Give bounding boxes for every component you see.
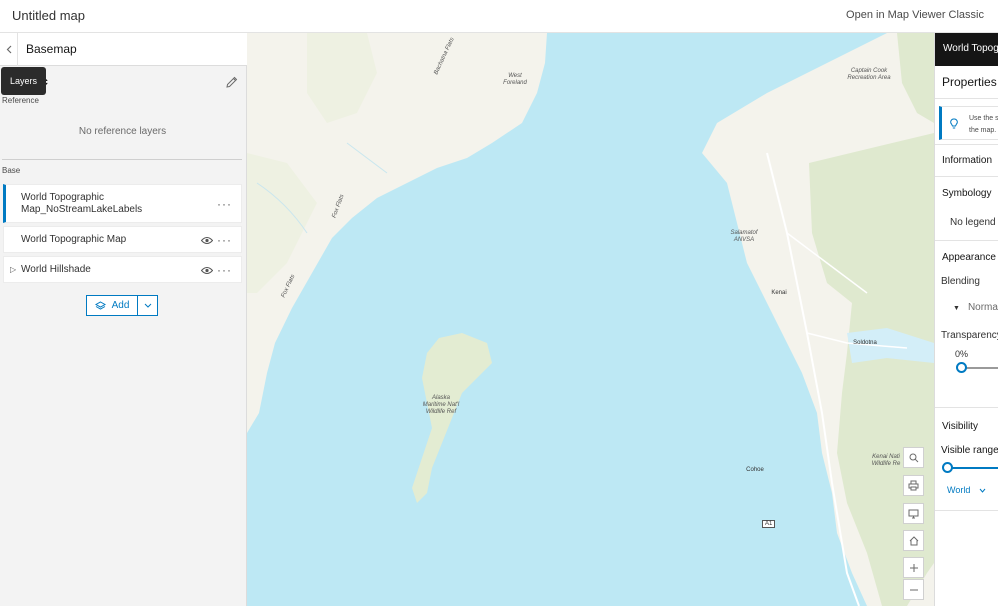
add-dropdown-button[interactable] [137, 295, 158, 316]
appearance-section[interactable]: Appearance [942, 252, 996, 263]
map-label: Kenai Nati Wildlife Re [871, 454, 901, 467]
chevron-down-icon [979, 488, 986, 493]
caret-down-icon: ▼ [953, 305, 960, 312]
layer-name: World Topographic Map [21, 234, 127, 245]
no-reference-message: No reference layers [78, 126, 167, 137]
layer-name: World Hillshade [21, 264, 91, 275]
divider [935, 144, 998, 145]
section-divider [2, 159, 242, 160]
search-button[interactable] [903, 447, 924, 468]
blending-select[interactable]: ▼ Norma [953, 302, 998, 313]
highway-shield: A1 [762, 520, 776, 528]
monitor-icon [908, 509, 919, 518]
lightbulb-icon [950, 118, 958, 129]
map-label: Captain Cook Recreation Area [847, 68, 891, 81]
map-view[interactable]: Bachatna Flats West Foreland Fox Flats Fo… [247, 33, 934, 606]
tip-notice: Use the s the map. [939, 106, 998, 140]
visible-range-slider-track[interactable] [948, 467, 998, 469]
more-options-icon[interactable]: ··· [217, 233, 232, 247]
panel-title: Basemap [26, 42, 77, 56]
layers-tooltip: Layers [1, 67, 46, 95]
more-options-icon[interactable]: ··· [217, 197, 232, 211]
map-title[interactable]: Untitled map [12, 8, 85, 23]
blending-label: Blending [941, 276, 980, 287]
world-scale-select[interactable]: World [947, 485, 986, 495]
layer-item[interactable]: ▷ World Hillshade ··· [3, 256, 242, 283]
transparency-label: Transparency [941, 330, 998, 341]
base-section-label: Base [2, 166, 21, 175]
top-bar: Untitled map Open in Map Viewer Classic [0, 0, 998, 33]
divider [935, 510, 998, 511]
edit-icon[interactable] [225, 75, 239, 89]
information-section[interactable]: Information [942, 155, 992, 166]
map-label: West Foreland [503, 73, 527, 86]
more-options-icon[interactable]: ··· [217, 263, 232, 277]
transparency-slider-thumb[interactable] [956, 362, 967, 373]
map-label: Salamatof ANVSA [730, 230, 758, 243]
visibility-section[interactable]: Visibility [942, 421, 978, 432]
home-button[interactable] [903, 530, 924, 551]
fullscreen-button[interactable] [903, 503, 924, 524]
layers-icon [94, 300, 106, 310]
layer-name: World Topographic Map_NoStreamLakeLabels [21, 192, 143, 215]
search-icon [909, 453, 918, 462]
city-label: Cohoe [746, 467, 764, 473]
divider [935, 176, 998, 177]
city-label: Kenai [771, 290, 787, 296]
visibility-eye-icon[interactable] [201, 266, 213, 275]
properties-title: Properties [942, 75, 997, 89]
map-terrain [247, 33, 934, 606]
chevron-down-icon [144, 303, 151, 308]
zoom-in-button[interactable] [903, 557, 924, 578]
symbology-section[interactable]: Symbology [942, 188, 991, 199]
no-legend-text: No legend [950, 217, 996, 228]
minus-icon [909, 589, 918, 590]
add-label: Add [111, 300, 130, 311]
visibility-eye-icon[interactable] [201, 236, 213, 245]
home-icon [909, 535, 918, 545]
add-button[interactable]: Add [86, 295, 138, 316]
visible-range-label: Visible range [941, 445, 998, 456]
zoom-out-button[interactable] [903, 579, 924, 600]
reference-section-label: Reference [2, 96, 39, 105]
open-classic-link[interactable]: Open in Map Viewer Classic [846, 9, 984, 21]
print-button[interactable] [903, 475, 924, 496]
layer-item[interactable]: World Topographic Map_NoStreamLakeLabels… [3, 184, 242, 223]
plus-icon [909, 563, 918, 572]
printer-icon [908, 480, 919, 491]
divider [935, 407, 998, 408]
map-label: Alaska Maritime Nat'l Wildlife Ref [422, 395, 460, 415]
divider [935, 98, 998, 99]
transparency-slider-track[interactable] [962, 367, 998, 369]
divider [935, 240, 998, 241]
properties-panel: World Topogr Properties Use the s the map… [934, 33, 998, 606]
layer-title-header: World Topogr [935, 33, 998, 66]
expand-caret-icon[interactable]: ▷ [10, 265, 16, 274]
basemap-panel: Basemap hic Layers Reference No referenc… [0, 33, 247, 606]
tip-text: Use the s the map. [969, 115, 998, 134]
panel-header: Basemap [0, 33, 247, 66]
back-button[interactable] [0, 33, 18, 66]
layer-item[interactable]: World Topographic Map ··· [3, 226, 242, 253]
transparency-value: 0% [955, 349, 969, 359]
city-label: Soldotna [853, 340, 877, 346]
chevron-left-icon [6, 45, 11, 54]
visible-range-slider-thumb[interactable] [942, 462, 953, 473]
